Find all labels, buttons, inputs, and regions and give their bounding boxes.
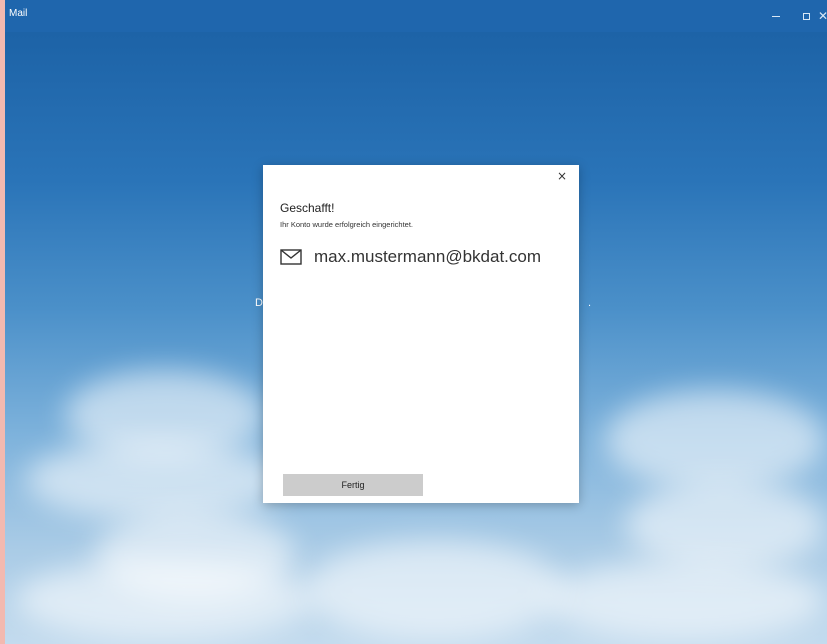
mail-icon	[280, 249, 302, 265]
mail-app-window: Mail ✕ D . × Geschafft! Ihr Konto wurde …	[0, 0, 827, 644]
dialog-heading: Geschafft!	[280, 201, 335, 215]
maximize-icon	[802, 12, 810, 20]
cloud-decoration	[625, 480, 825, 570]
dialog-subtext: Ihr Konto wurde erfolgreich eingerichtet…	[280, 220, 413, 229]
account-item: max.mustermann@bkdat.com	[280, 245, 541, 269]
cloud-decoration	[605, 390, 825, 490]
background-text-left: D	[255, 297, 263, 309]
minimize-icon	[772, 15, 780, 17]
cloud-decoration	[545, 560, 825, 640]
close-icon: ×	[556, 169, 568, 183]
cloud-decoration	[305, 540, 565, 640]
cloud-decoration	[25, 440, 285, 520]
dialog-close-button[interactable]: ×	[555, 169, 569, 183]
done-button[interactable]: Fertig	[283, 474, 423, 496]
close-icon: ✕	[818, 9, 827, 23]
background-text-right: .	[588, 297, 592, 309]
account-setup-dialog: × Geschafft! Ihr Konto wurde erfolgreich…	[263, 165, 579, 503]
cloud-decoration	[15, 560, 315, 640]
minimize-button[interactable]	[760, 0, 792, 32]
account-email: max.mustermann@bkdat.com	[314, 247, 542, 266]
title-bar: Mail ✕	[5, 0, 827, 32]
close-window-button[interactable]: ✕	[817, 0, 827, 32]
window-title: Mail	[9, 8, 28, 19]
